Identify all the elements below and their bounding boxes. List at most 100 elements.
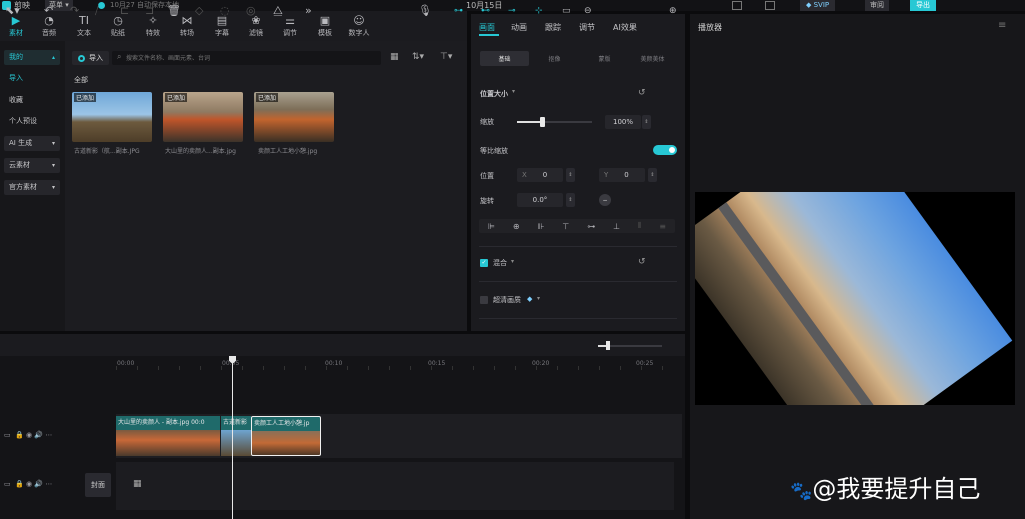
timeline-clip[interactable]: 古道新影 [221, 416, 251, 456]
menu-icon[interactable]: ≡ [998, 20, 1006, 31]
timeline-clip[interactable]: 大山里的卖颜人 - 副本.jpg 00:0 [116, 416, 220, 456]
layout-icon[interactable] [732, 1, 742, 10]
preview-canvas[interactable] [695, 192, 1015, 405]
blend-checkbox[interactable]: ✓ [480, 259, 488, 267]
stepper-icon[interactable]: ⇕ [642, 115, 651, 129]
snap-icon[interactable]: ⊶ [454, 4, 463, 18]
sidebar-item-label: 我的 [9, 53, 23, 61]
align-left-icon[interactable]: ⊫ [488, 222, 495, 231]
tab-animation[interactable]: 动画 [511, 22, 527, 33]
uniform-scale-toggle[interactable] [653, 145, 677, 155]
sidebar-item-ai-generate[interactable]: AI 生成 ▾ [4, 136, 60, 151]
filter-icon[interactable]: ⊤▾ [440, 52, 452, 62]
scale-value-field[interactable]: 100% [605, 115, 641, 129]
media-thumbnail[interactable]: 已添加 [72, 92, 152, 142]
position-y-field[interactable]: Y0 [599, 168, 645, 182]
export-button[interactable]: 导出 [910, 0, 936, 11]
scale-label: 缩放 [480, 118, 494, 126]
sidebar-item-presets[interactable]: 个人预设 [4, 114, 60, 129]
eye-icon[interactable]: ◉ [26, 431, 32, 439]
search-input[interactable] [126, 51, 376, 65]
chevron-down-icon[interactable]: ▾ [512, 88, 515, 95]
media-thumbnail[interactable]: 已添加 [254, 92, 334, 142]
volume-icon[interactable]: 🔊 [34, 480, 43, 488]
sidebar-item-import[interactable]: 导入 [4, 71, 60, 86]
rotate-value-field[interactable]: 0.0° [517, 193, 563, 207]
split-icon[interactable]: ⧸ [95, 4, 99, 18]
distribute-v-icon[interactable]: ≡ [659, 222, 666, 231]
more-icon[interactable]: ⋯ [45, 431, 52, 439]
reset-icon[interactable]: ↺ [638, 88, 646, 98]
search-box[interactable]: ⌕ [112, 51, 381, 65]
main-track-magnet-icon[interactable]: ⊹ [535, 4, 543, 18]
tool-template[interactable]: ▣ 模板 [310, 11, 340, 41]
position-x-field[interactable]: X0 [517, 168, 563, 182]
stepper-icon[interactable]: ⇕ [566, 168, 575, 182]
track-visibility-icon[interactable]: ▭ [4, 431, 11, 439]
split-right-icon[interactable]: ⊐ [145, 4, 154, 18]
sort-icon[interactable]: ⇅▾ [412, 52, 424, 62]
undo-icon[interactable]: ↶ [44, 4, 53, 18]
lock-icon[interactable]: 🔒 [15, 480, 24, 488]
microphone-icon[interactable]: 🎙 [418, 4, 432, 18]
subtab-beauty[interactable]: 美颜美体 [628, 51, 677, 66]
align-bottom-icon[interactable]: ⊥ [613, 222, 620, 231]
sidebar-item-favorites[interactable]: 收藏 [4, 93, 60, 108]
align-top-icon[interactable]: ⊤ [562, 222, 569, 231]
align-vcenter-icon[interactable]: ⊶ [587, 222, 595, 231]
rotate-dial-icon[interactable]: − [599, 194, 611, 206]
sidebar-item-cloud[interactable]: 云素材 ▾ [4, 158, 60, 173]
subtab-cutout[interactable]: 抠像 [530, 51, 579, 66]
reset-icon[interactable]: ↺ [638, 257, 646, 267]
chevron-down-icon[interactable]: ▾ [511, 258, 514, 265]
eye-icon[interactable]: ◉ [26, 480, 32, 488]
select-tool-icon[interactable]: ⬉▾ [5, 4, 20, 18]
split-left-icon[interactable]: ⊏ [120, 4, 129, 18]
volume-icon[interactable]: 🔊 [34, 431, 43, 439]
delete-icon[interactable]: 🗑 [167, 4, 181, 18]
sidebar-item-official[interactable]: 官方素材 ▾ [4, 180, 60, 195]
tab-tracking[interactable]: 跟踪 [545, 22, 561, 33]
subtab-basic[interactable]: 基础 [480, 51, 529, 66]
tool-digital-human[interactable]: ☺ 数字人 [343, 11, 375, 41]
reverse-icon[interactable]: ◎ [246, 4, 256, 18]
track-visibility-icon[interactable]: ▭ [4, 480, 11, 488]
stepper-icon[interactable]: ⇕ [648, 168, 657, 182]
media-thumbnail[interactable]: 已添加 [163, 92, 243, 142]
distribute-h-icon[interactable]: ⫴ [638, 221, 641, 231]
playhead[interactable] [232, 358, 233, 519]
more-icon[interactable]: ⋯ [45, 480, 52, 488]
mirror-icon[interactable]: ⧋ [273, 4, 283, 18]
preview-axis-icon[interactable]: ⊸ [508, 4, 516, 18]
timeline-clip-selected[interactable]: 卖颜工人工地小憩.jp [251, 416, 321, 456]
vip-badge[interactable]: ◆ SVIP [800, 0, 836, 11]
tab-adjust[interactable]: 调节 [579, 22, 595, 33]
scale-slider-fill [517, 121, 542, 123]
caption-icon[interactable]: ▭ [562, 4, 571, 18]
zoom-slider-knob[interactable] [606, 341, 610, 350]
zoom-in-icon[interactable]: ⊕ [669, 4, 677, 18]
cover-button[interactable]: 封面 [85, 473, 111, 497]
hd-checkbox[interactable] [480, 296, 488, 304]
freeze-icon[interactable]: ◌ [220, 4, 230, 18]
linkage-icon[interactable]: ⊷ [481, 4, 490, 18]
zoom-out-icon[interactable]: ⊖ [584, 4, 592, 18]
sidebar-item-mine[interactable]: 我的 ▴ [4, 50, 60, 65]
align-right-icon[interactable]: ⊪ [537, 222, 544, 231]
review-button[interactable]: 审阅 [865, 0, 889, 11]
import-button[interactable]: 导入 [72, 51, 109, 65]
shortcut-icon[interactable] [765, 1, 775, 10]
rotate-label: 旋转 [480, 197, 494, 205]
grid-view-icon[interactable]: ▦ [390, 52, 399, 62]
more-tools-icon[interactable]: » [305, 4, 312, 18]
stepper-icon[interactable]: ⇕ [566, 193, 575, 207]
lock-icon[interactable]: 🔒 [15, 431, 24, 439]
tab-picture[interactable]: 画面 [479, 22, 495, 33]
chevron-down-icon[interactable]: ▾ [537, 295, 540, 302]
align-hcenter-icon[interactable]: ⊕ [513, 222, 520, 231]
mask-icon[interactable]: ◇ [195, 4, 203, 18]
tab-ai-effects[interactable]: AI效果 [613, 22, 637, 33]
scale-slider-knob[interactable] [539, 117, 545, 127]
redo-icon[interactable]: ↷ [70, 4, 79, 18]
subtab-mask[interactable]: 蒙版 [580, 51, 629, 66]
